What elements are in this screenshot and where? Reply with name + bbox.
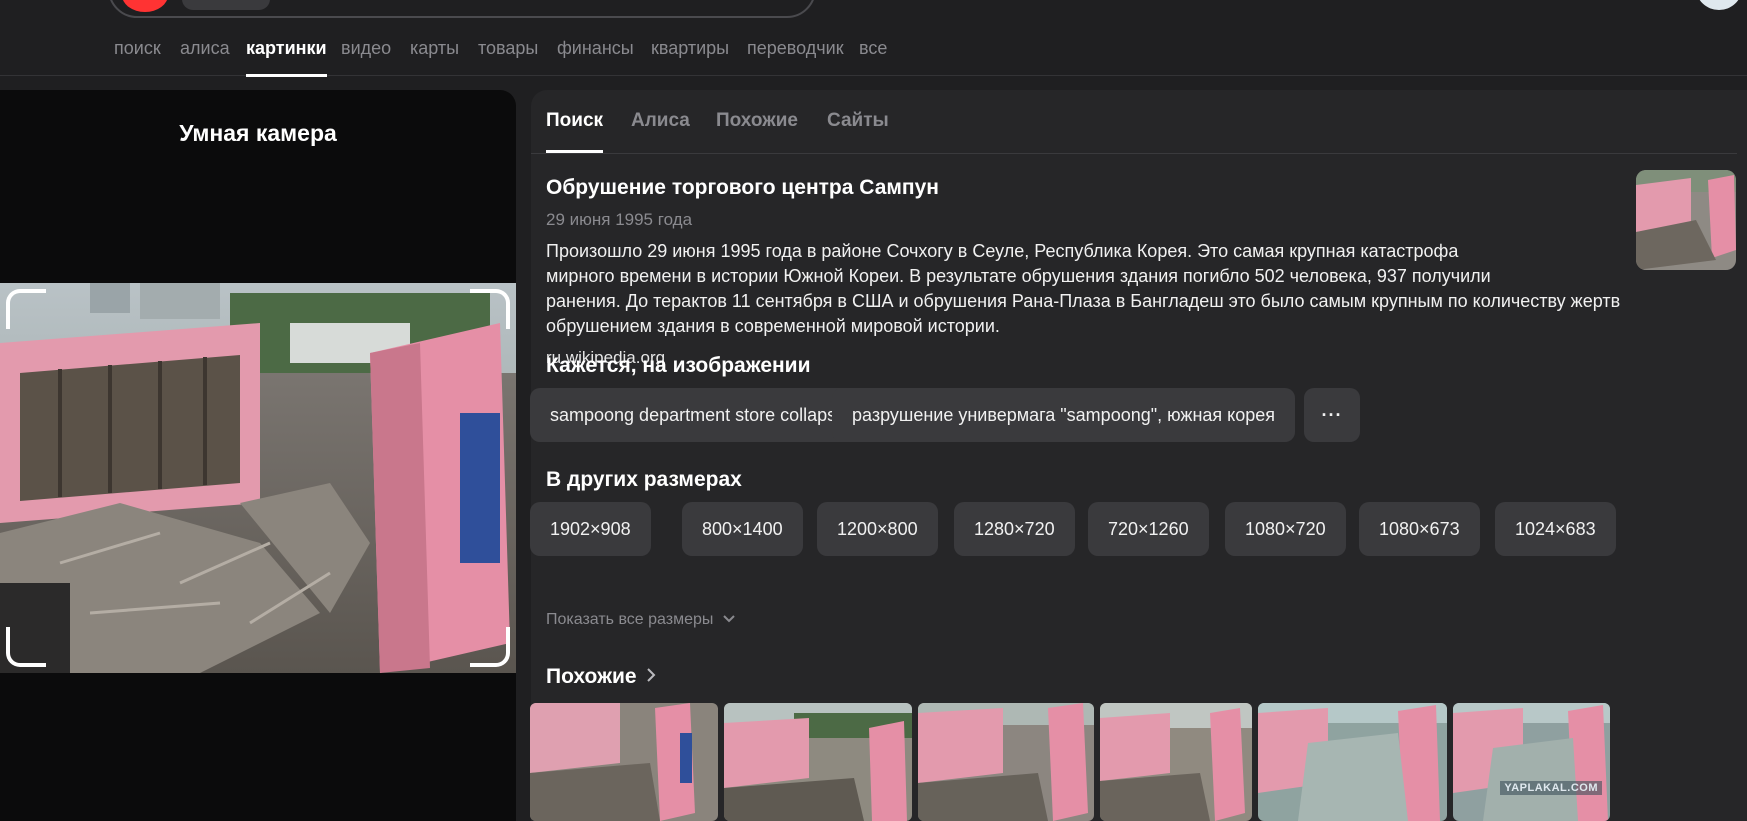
seems-section-title: Кажется, на изображении xyxy=(546,354,811,377)
size-chip[interactable]: 1080×673 xyxy=(1359,502,1480,556)
fact-description-line: ранения. До терактов 11 сентября в США и… xyxy=(546,291,1621,311)
fact-thumbnail-image xyxy=(1636,170,1736,270)
tab-search[interactable]: поиск xyxy=(114,34,161,76)
size-chip[interactable]: 1902×908 xyxy=(530,502,651,556)
size-chip[interactable]: 1080×720 xyxy=(1225,502,1346,556)
chevron-down-icon xyxy=(723,615,735,623)
header: поиск алиса картинки видео карты товары … xyxy=(0,0,1747,77)
tab-images[interactable]: картинки xyxy=(246,34,327,77)
fact-thumbnail[interactable] xyxy=(1636,170,1736,270)
size-chip[interactable]: 800×1400 xyxy=(682,502,803,556)
seems-chip[interactable]: разрушение универмага "sampoong", южная … xyxy=(832,388,1296,442)
smart-camera-title: Умная камера xyxy=(179,120,337,146)
size-chip[interactable]: 1024×683 xyxy=(1495,502,1616,556)
crop-corner-top-right[interactable] xyxy=(470,289,510,329)
smart-camera-panel: Умная камера xyxy=(0,90,516,821)
collapsed-building-photo xyxy=(0,283,516,673)
crop-corner-top-left[interactable] xyxy=(6,289,46,329)
results-panel: Поиск Алиса Похожие Сайты Обрушение торг… xyxy=(530,90,1747,821)
sizes-section-title: В других размерах xyxy=(546,468,742,491)
fact-description-line: Произошло 29 июня 1995 года в районе Соч… xyxy=(546,241,1459,261)
similar-image-thumb xyxy=(724,703,912,821)
similar-image-thumb xyxy=(1453,703,1610,821)
tab-results-alice[interactable]: Алиса xyxy=(631,110,690,132)
show-all-sizes-link[interactable]: Показать все размеры xyxy=(546,611,736,629)
tab-alice[interactable]: алиса xyxy=(180,34,230,76)
size-chip[interactable]: 720×1260 xyxy=(1088,502,1209,556)
tab-video[interactable]: видео xyxy=(341,34,391,76)
more-options-button[interactable]: ··· xyxy=(1304,388,1360,442)
similar-image[interactable] xyxy=(918,703,1094,821)
similar-image-thumb xyxy=(530,703,718,821)
similar-image[interactable] xyxy=(530,703,718,821)
tab-results-similar[interactable]: Похожие xyxy=(716,110,798,132)
search-chip[interactable] xyxy=(182,0,270,10)
tab-all[interactable]: все xyxy=(859,34,887,76)
tab-finance[interactable]: финансы xyxy=(557,34,634,76)
similar-section-title: Похожие xyxy=(546,665,637,688)
similar-section-link[interactable]: Похожие xyxy=(546,665,657,689)
size-chip[interactable]: 1280×720 xyxy=(954,502,1075,556)
fact-description-line: обрушением здания в современной мировой … xyxy=(546,316,1000,336)
chevron-right-icon xyxy=(647,668,656,682)
similar-image-thumb xyxy=(1258,703,1447,821)
fact-title[interactable]: Обрушение торгового центра Сампун xyxy=(546,176,939,200)
similar-image[interactable]: YAPLAKAL.COM xyxy=(1453,703,1610,821)
similar-image[interactable] xyxy=(1100,703,1252,821)
size-chip[interactable]: 1200×800 xyxy=(817,502,938,556)
crop-corner-bottom-left[interactable] xyxy=(6,627,46,667)
similar-image[interactable] xyxy=(1258,703,1447,821)
similar-image[interactable] xyxy=(724,703,912,821)
fact-description: Произошло 29 июня 1995 года в районе Соч… xyxy=(546,239,1726,339)
tab-goods[interactable]: товары xyxy=(478,34,538,76)
tab-realty[interactable]: квартиры xyxy=(651,34,729,76)
crop-corner-bottom-right[interactable] xyxy=(470,627,510,667)
fact-date: 29 июня 1995 года xyxy=(546,210,693,229)
results-tabs: Поиск Алиса Похожие Сайты xyxy=(531,90,1737,154)
avatar[interactable] xyxy=(1696,0,1742,10)
show-all-sizes-label: Показать все размеры xyxy=(546,611,714,628)
watermark: YAPLAKAL.COM xyxy=(1500,781,1602,795)
fact-description-line: мирного времени в истории Южной Кореи. В… xyxy=(546,266,1491,286)
similar-image-thumb xyxy=(918,703,1094,821)
query-image[interactable] xyxy=(0,283,516,673)
tab-maps[interactable]: карты xyxy=(410,34,459,76)
seems-chip[interactable]: sampoong department store collapse xyxy=(530,388,867,442)
tab-translator[interactable]: переводчик xyxy=(747,34,844,76)
similar-image-thumb xyxy=(1100,703,1252,821)
tab-results-sites[interactable]: Сайты xyxy=(827,110,889,132)
tab-results-search[interactable]: Поиск xyxy=(546,110,604,153)
